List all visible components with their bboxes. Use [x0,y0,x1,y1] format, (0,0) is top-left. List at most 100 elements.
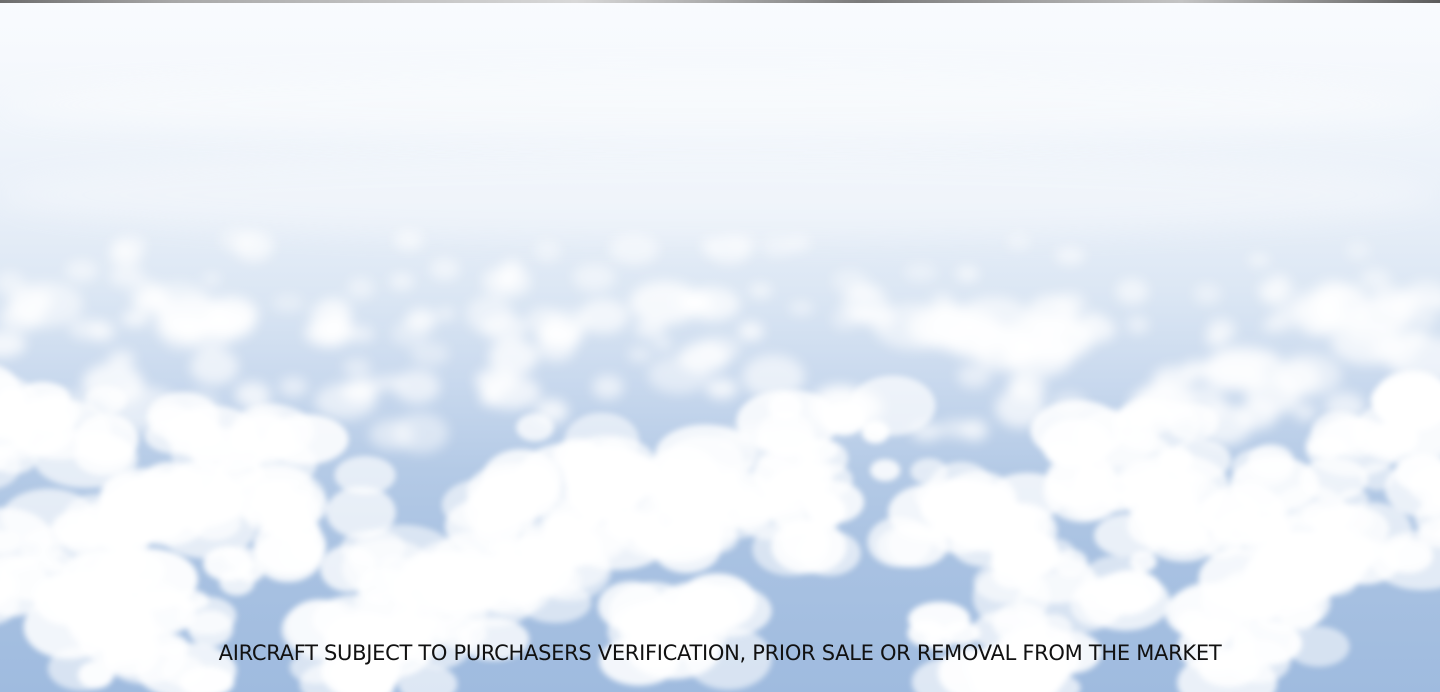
cloud-puff [700,237,723,255]
cloud-puff [903,262,938,282]
cloud-puff [129,589,196,635]
cloud-puff [1115,278,1149,305]
cloud-puff [190,348,239,386]
cloud-puff [578,298,629,334]
cloud-puff [230,404,315,458]
cloud-puff [945,317,1010,360]
cloud-puff [725,234,757,255]
cloud-puff [234,381,271,408]
cloud-puff [308,316,355,347]
cloud-puff [502,555,533,581]
cloud-puff [219,227,255,253]
cloud-puff [627,346,652,363]
cloud-layer [0,227,1440,692]
cloud-puff [592,375,624,400]
cloud-puff [749,283,772,298]
cloud-puff [153,313,188,340]
cloud-puff [347,277,375,300]
cloud-puff [411,341,450,366]
cloud-puff [738,321,764,341]
cloud-puff [956,266,979,282]
cloud-puff [526,307,564,335]
cloud-puff [957,364,991,388]
cloud-puff [404,311,437,332]
cloud-puff [1204,330,1227,348]
cloud-puff [1357,298,1415,331]
cloud-puff [1345,241,1371,261]
cloud-puff [609,233,659,265]
cloud-puff [973,561,1041,603]
cloud-puff [1045,452,1117,509]
disclaimer-text: AIRCRAFT SUBJECT TO PURCHASERS VERIFICAT… [218,641,1222,665]
cloud-puff [849,375,936,436]
cloud-puff [1248,254,1270,267]
cloud-puff [652,336,674,351]
cloud-puff [37,539,63,561]
cloud-puff [214,456,264,491]
cloud-puff [1165,584,1255,641]
cloud-puff [396,615,430,643]
cloud-puff [516,413,554,442]
cloud-puff [961,419,988,442]
cloud-puff [109,247,142,267]
cloud-puff [479,389,501,406]
cloud-puff [807,495,846,526]
cloud-puff [1288,589,1320,610]
cloud-puff [861,420,890,444]
cloud-puff [89,320,116,342]
cloud-puff [1193,283,1222,305]
cloud-puff [1055,247,1085,265]
cloud-puff [341,379,376,403]
cloud-puff [564,412,640,470]
cloud-puff [115,553,146,577]
cloud-puff [394,229,424,251]
cloud-puff [137,462,201,514]
cloud-puff [849,305,874,324]
cloud-puff [1102,474,1154,505]
cloud-puff [921,495,952,517]
cloud-puff [1360,462,1395,491]
cloud-puff [706,378,738,399]
cloud-puff [1025,294,1079,336]
cloud-puff [65,259,99,282]
cloud-puff [1360,268,1391,290]
cloud-puff [272,294,305,313]
cloud-puff [278,376,308,397]
cloud-puff [203,546,253,581]
cloud-puff [1006,233,1031,251]
cloud-puff [389,273,415,290]
cloud-puff [1203,357,1261,391]
cloud-puff [677,290,711,312]
hero-sky-background: AIRCRAFT SUBJECT TO PURCHASERS VERIFICAT… [0,0,1440,692]
cloud-puff [254,531,322,582]
cloud-puff [1231,447,1294,487]
cloud-puff [107,350,136,367]
cloud-puff [342,358,372,377]
cloud-puff [678,341,730,373]
cloud-puff [0,331,26,358]
cloud-puff [473,471,555,524]
cloud-puff [1301,498,1354,529]
cloud-puff [762,235,794,257]
cloud-puff [6,281,83,328]
cloud-puff [1274,353,1342,397]
cloud-puff [789,300,814,316]
cloud-puff [1126,316,1150,334]
cloud-puff [481,314,528,341]
cloud-puff [1268,272,1290,290]
cloud-puff [533,239,561,263]
cloud-puff [52,511,96,543]
cloud-puff [1293,403,1317,422]
cloud-puff [780,521,830,562]
cloud-puff [929,517,990,554]
cloud-puff [369,419,414,450]
cloud-puff [121,310,150,327]
cloud-puff [394,370,441,404]
cloud-puff [132,291,169,313]
cloud-puff [676,472,743,515]
cloud-puff [736,389,839,454]
cloud-puff [202,272,221,287]
cloud-puff [1296,528,1377,578]
cloud-puff [572,263,616,292]
cloud-puff [1383,539,1433,574]
